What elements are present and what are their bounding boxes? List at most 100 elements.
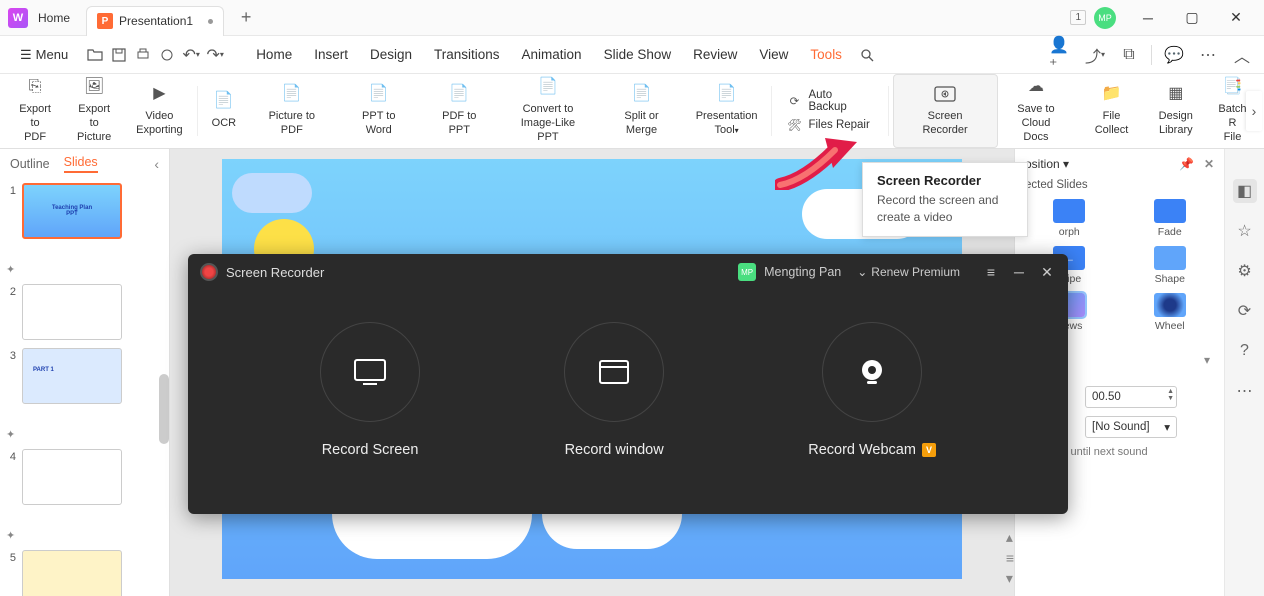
recorder-close-button[interactable]: ✕ [1038, 264, 1056, 281]
tooltip-desc: Record the screen and create a video [877, 192, 1013, 226]
nav-transitions[interactable]: Transitions [432, 47, 502, 62]
app-logo-icon: W [8, 8, 28, 28]
open-folder-icon[interactable] [86, 46, 104, 64]
tooltip-title: Screen Recorder [877, 173, 1013, 188]
pdf2ppt-icon: 📄 [447, 85, 471, 105]
doc-title: Presentation1 [119, 14, 193, 28]
ribbon-scroll-right[interactable]: › [1246, 91, 1262, 131]
slide-thumb-2[interactable] [22, 284, 122, 340]
next-slide-icon[interactable]: ▾ [1006, 570, 1014, 587]
menu-button[interactable]: ☰ Menu [10, 43, 78, 67]
slide-thumb-3[interactable]: PART 1 [22, 348, 122, 404]
share-user-icon[interactable]: 👤⁺ [1049, 43, 1073, 67]
collect-icon: 📁 [1100, 85, 1124, 105]
ribbon-auto-backup[interactable]: ⟳Auto Backup [786, 89, 873, 113]
record-screen-label: Record Screen [322, 442, 419, 458]
vip-badge-icon: V [922, 443, 936, 457]
tab-home[interactable]: Home [34, 0, 86, 35]
record-webcam-option[interactable]: Record WebcamV [808, 322, 936, 458]
ribbon-cloud-docs[interactable]: ☁Save to Cloud Docs [998, 74, 1075, 148]
sidebar-history-icon[interactable]: ⟳ [1233, 299, 1257, 323]
add-tab-button[interactable]: + [232, 4, 260, 32]
recorder-minimize-button[interactable]: ─ [1010, 264, 1028, 281]
record-window-option[interactable]: Record window [564, 322, 664, 458]
transition-morph[interactable]: orph [1025, 199, 1114, 238]
slides-list-icon[interactable]: ≡ [1006, 550, 1014, 566]
window-icon [564, 322, 664, 422]
chat-icon[interactable]: 💬 [1162, 43, 1186, 67]
nav-animation[interactable]: Animation [520, 47, 584, 62]
ribbon-export-picture[interactable]: 🖼Export to Picture [62, 74, 126, 148]
monitor-icon [320, 322, 420, 422]
unsaved-dot-icon [208, 19, 213, 24]
thumb-number: 4 [6, 449, 16, 463]
sound-select[interactable]: [No Sound]▾ [1085, 416, 1177, 438]
tab-outline[interactable]: Outline [10, 157, 50, 171]
slide-thumb-5[interactable] [22, 550, 122, 596]
preview-icon[interactable] [158, 46, 176, 64]
collapse-ribbon-icon[interactable]: ︿ [1230, 43, 1254, 67]
ribbon-file-collect[interactable]: 📁File Collect [1074, 74, 1148, 148]
prev-slide-icon[interactable]: ▴ [1006, 529, 1014, 546]
ribbon-export-pdf[interactable]: ⎘Export to PDF [8, 74, 62, 148]
ribbon-presentation-tool[interactable]: 📄Presentation Tool▾ [686, 74, 768, 148]
tab-slides[interactable]: Slides [64, 155, 98, 173]
redo-icon[interactable]: ↷▾ [206, 46, 224, 64]
close-pane-icon[interactable]: ✕ [1204, 157, 1214, 171]
close-button[interactable]: ✕ [1216, 3, 1256, 33]
thumb-number: 1 [6, 183, 16, 197]
share-icon[interactable]: ⤴▾ [1083, 43, 1107, 67]
transition-fade[interactable]: Fade [1126, 199, 1215, 238]
slide-thumb-4[interactable] [22, 449, 122, 505]
backup-icon: ⟳ [786, 93, 802, 109]
nav-insert[interactable]: Insert [312, 47, 350, 62]
sidebar-object-icon[interactable]: ◧ [1233, 179, 1257, 203]
annotation-arrow-icon [775, 130, 865, 190]
nav-design[interactable]: Design [368, 47, 414, 62]
ribbon-pic2pdf[interactable]: 📄Picture to PDF [246, 74, 337, 148]
search-icon[interactable] [858, 46, 876, 64]
ribbon-design-library[interactable]: ▦Design Library [1149, 74, 1203, 148]
recorder-title: Screen Recorder [226, 265, 324, 280]
speed-input[interactable]: 00.50▲▼ [1085, 386, 1177, 408]
ribbon-screen-recorder[interactable]: Screen Recorder [893, 74, 998, 148]
pin-icon[interactable]: 📌 [1179, 157, 1194, 171]
scrollbar-thumb[interactable] [159, 374, 169, 444]
canvas-nav: ▴ ≡ ▾ [1006, 529, 1014, 587]
ribbon: ⎘Export to PDF 🖼Export to Picture ▶Video… [0, 74, 1264, 149]
nav-review[interactable]: Review [691, 47, 739, 62]
tab-document[interactable]: P Presentation1 [86, 6, 224, 36]
record-screen-option[interactable]: Record Screen [320, 322, 420, 458]
sidebar-more-icon[interactable]: ⋯ [1233, 379, 1257, 403]
sidebar-sliders-icon[interactable]: ⚙ [1233, 259, 1257, 283]
recorder-menu-icon[interactable]: ≡ [982, 264, 1000, 281]
print-icon[interactable] [134, 46, 152, 64]
titlebar: W Home P Presentation1 + 1 MP ─ ▢ ✕ [0, 0, 1264, 36]
user-avatar[interactable]: MP [1094, 7, 1116, 29]
save-icon[interactable] [110, 46, 128, 64]
slide-thumb-1[interactable] [22, 183, 122, 239]
nav-slideshow[interactable]: Slide Show [602, 47, 674, 62]
maximize-button[interactable]: ▢ [1172, 3, 1212, 33]
window-arrange-icon[interactable]: ⧉ [1117, 43, 1141, 67]
minimize-button[interactable]: ─ [1128, 3, 1168, 33]
more-icon[interactable]: ⋯ [1196, 43, 1220, 67]
pane-mode-partial[interactable]: osition ▾ [1025, 157, 1069, 171]
transition-shape[interactable]: Shape [1126, 246, 1215, 285]
ribbon-pdf2ppt[interactable]: 📄PDF to PPT [420, 74, 499, 148]
ribbon-imagelikeppt[interactable]: 📄Convert to Image-Like PPT [499, 74, 598, 148]
slide-thumbnails: 1 ✦ 2 3PART 1 ✦ 4 ✦ 5 ✦ 6PART 2 [0, 179, 169, 596]
ribbon-ppt2word[interactable]: 📄PPT to Word [338, 74, 420, 148]
ribbon-splitmerge[interactable]: 📄Split or Merge [597, 74, 685, 148]
transition-wheel[interactable]: Wheel [1126, 293, 1215, 332]
nav-home[interactable]: Home [254, 47, 294, 62]
undo-icon[interactable]: ↶▾ [182, 46, 200, 64]
chevron-left-icon[interactable]: ‹ [154, 156, 159, 172]
renew-premium-button[interactable]: Renew Premium [857, 265, 960, 279]
sidebar-star-icon[interactable]: ☆ [1233, 219, 1257, 243]
nav-tools[interactable]: Tools [808, 47, 844, 62]
nav-view[interactable]: View [757, 47, 790, 62]
ribbon-ocr[interactable]: 📄OCR [202, 74, 246, 148]
ribbon-video-export[interactable]: ▶Video Exporting [126, 74, 192, 148]
sidebar-help-icon[interactable]: ? [1233, 339, 1257, 363]
